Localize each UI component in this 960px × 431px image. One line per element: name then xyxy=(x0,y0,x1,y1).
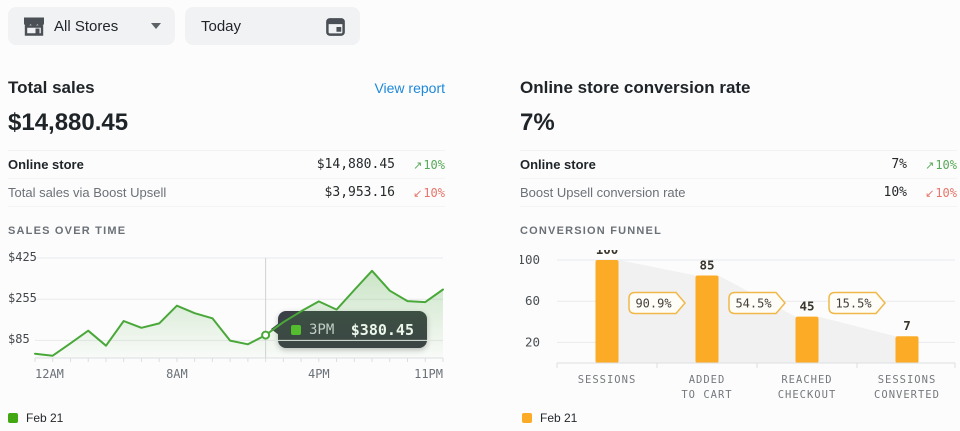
delta-percent: 10% xyxy=(423,158,445,172)
sales-over-time-title: SALES OVER TIME xyxy=(8,225,445,237)
metric-value: 10% xyxy=(884,185,907,200)
storefront-icon xyxy=(22,16,46,36)
conversion-badge-label: 15.5% xyxy=(835,297,872,311)
trend-up-icon: ↗ xyxy=(925,160,934,172)
metric-value: 7% xyxy=(891,157,907,172)
delta-percent: 10% xyxy=(423,186,445,200)
metric-row-boost-upsell: Total sales via Boost Upsell $3,953.16 ↙… xyxy=(8,179,445,207)
y-axis-label: 60 xyxy=(525,293,540,308)
x-axis-label: 12AM xyxy=(35,367,64,381)
total-sales-value: $14,880.45 xyxy=(8,109,445,137)
y-axis-label: $255 xyxy=(8,291,37,305)
y-axis-label: $85 xyxy=(8,332,30,346)
legend-label: Feb 21 xyxy=(540,411,577,425)
metric-label: Online store xyxy=(520,157,891,172)
metric-delta-badge: ↙10% xyxy=(395,186,445,200)
conversion-rate-title: Online store conversion rate xyxy=(520,78,751,98)
y-axis-label: 20 xyxy=(525,334,540,349)
funnel-bar xyxy=(596,260,619,363)
funnel-bar xyxy=(896,336,919,363)
funnel-category-label: SESSIONS xyxy=(578,374,637,386)
funnel-bar xyxy=(796,317,819,363)
trend-down-icon: ↙ xyxy=(925,188,934,200)
sales-area-fill xyxy=(35,271,443,358)
metric-value: $3,953.16 xyxy=(325,185,395,200)
conversion-rate-card: Online store conversion rate 7% Online s… xyxy=(520,76,957,400)
sales-chart-svg xyxy=(8,250,445,365)
store-selector[interactable]: All Stores xyxy=(8,7,175,45)
sales-over-time-chart[interactable]: 3PM $380.45 $85$255$42512AM8AM4PM11PM xyxy=(8,250,445,400)
metric-row-boost-upsell: Boost Upsell conversion rate 10% ↙10% xyxy=(520,179,957,207)
total-sales-title: Total sales xyxy=(8,78,95,98)
metric-row-online-store: Online store $14,880.45 ↗10% xyxy=(8,151,445,179)
conversion-funnel-title: CONVERSION FUNNEL xyxy=(520,225,957,237)
bar-value-label: 100 xyxy=(596,250,619,257)
conversion-badge-label: 90.9% xyxy=(635,297,672,311)
metric-label: Total sales via Boost Upsell xyxy=(8,185,325,200)
conversion-badge-label: 54.5% xyxy=(735,297,772,311)
metric-delta-badge: ↙10% xyxy=(907,186,957,200)
store-selector-label: All Stores xyxy=(54,18,118,35)
trend-down-icon: ↙ xyxy=(413,188,422,200)
bar-value-label: 85 xyxy=(699,257,714,272)
conversion-rate-value: 7% xyxy=(520,109,957,137)
conversion-funnel-chart[interactable]: 20 60 100 100 85 45 7 90.9% 54.5% 15.5% SESSIONS AD… xyxy=(520,250,957,400)
x-axis-label: 4PM xyxy=(308,367,330,381)
metric-value: $14,880.45 xyxy=(317,157,395,172)
metric-delta-badge: ↗10% xyxy=(907,158,957,172)
bar-value-label: 45 xyxy=(799,299,814,314)
funnel-category-label: REACHEDCHECKOUT xyxy=(778,374,837,401)
funnel-dropoff-area xyxy=(719,275,796,363)
delta-percent: 10% xyxy=(935,186,957,200)
funnel-chart-legend: Feb 21 xyxy=(522,411,577,425)
y-axis-label: $425 xyxy=(8,250,37,264)
chevron-down-icon xyxy=(151,23,161,29)
conversion-metric-rows: Online store 7% ↗10% Boost Upsell conver… xyxy=(520,150,957,207)
date-range-selector[interactable]: Today xyxy=(185,7,360,45)
total-sales-card: Total sales View report $14,880.45 Onlin… xyxy=(8,76,445,400)
metric-row-online-store: Online store 7% ↗10% xyxy=(520,151,957,179)
hover-marker xyxy=(262,332,269,339)
legend-label: Feb 21 xyxy=(26,411,63,425)
x-axis-label: 8AM xyxy=(166,367,188,381)
calendar-icon xyxy=(325,16,346,37)
metric-label: Online store xyxy=(8,157,317,172)
date-range-label: Today xyxy=(201,18,241,35)
legend-swatch-green xyxy=(8,413,18,423)
funnel-dropoff-area xyxy=(819,317,896,363)
analytics-dashboard: { "header": { "store_selector_label": "A… xyxy=(0,0,960,431)
y-axis-label: 100 xyxy=(520,252,540,267)
bar-value-label: 7 xyxy=(903,318,911,333)
metric-label: Boost Upsell conversion rate xyxy=(520,185,884,200)
legend-swatch-orange xyxy=(522,413,532,423)
funnel-bar xyxy=(696,275,719,363)
funnel-category-label: ADDEDTO CART xyxy=(681,374,732,401)
x-axis-label: 11PM xyxy=(414,367,443,381)
trend-up-icon: ↗ xyxy=(413,160,422,172)
view-report-link[interactable]: View report xyxy=(374,80,445,96)
funnel-chart-svg: 20 60 100 100 85 45 7 90.9% 54.5% 15.5% SESSIONS AD… xyxy=(520,250,957,406)
sales-metric-rows: Online store $14,880.45 ↗10% Total sales… xyxy=(8,150,445,207)
funnel-category-label: SESSIONSCONVERTED xyxy=(874,374,940,401)
delta-percent: 10% xyxy=(935,158,957,172)
sales-chart-legend: Feb 21 xyxy=(8,411,63,425)
metric-delta-badge: ↗10% xyxy=(395,158,445,172)
